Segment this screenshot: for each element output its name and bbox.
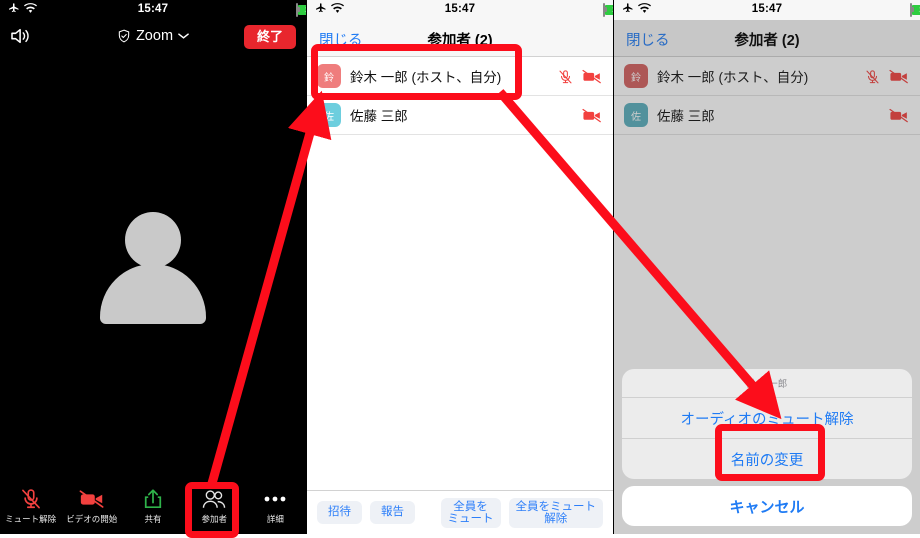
unmute-audio-option[interactable]: オーディオのミュート解除 (622, 398, 912, 439)
toolbar-more-label: 詳細 (266, 514, 284, 524)
status-bar-time: 15:47 (444, 3, 476, 15)
share-up-icon (143, 486, 163, 512)
mute-all-button[interactable]: 全員を ミュート (440, 497, 501, 528)
panel-participants-list: 15:47 ⚡ 閉じる 参加者 (2) 鈴 鈴木 一郎 (ホスト、自分) (307, 0, 613, 534)
toolbar-participants-label: 参加者 (201, 514, 227, 524)
avatar: 鈴 (317, 64, 341, 88)
report-button[interactable]: 報告 (370, 501, 415, 524)
panel-divider (306, 0, 307, 534)
screenshot-stage: 15:47 ⚡ Zoom (0, 0, 920, 538)
list-item[interactable]: 鈴 鈴木 一郎 (ホスト、自分) (307, 57, 613, 96)
rename-option[interactable]: 名前の変更 (622, 439, 912, 479)
video-off-icon (582, 69, 601, 84)
participant-list: 鈴 鈴木 一郎 (ホスト、自分) 佐 佐藤 三郎 (307, 57, 613, 135)
status-bar-right: ⚡ (296, 3, 306, 17)
participant-status-icons (582, 96, 602, 135)
status-bar-time: 15:47 (751, 3, 783, 15)
status-bar-right: ⚡ (603, 3, 613, 17)
toolbar-share-button[interactable]: 共有 (122, 480, 183, 534)
video-off-icon (582, 108, 601, 123)
toolbar-unmute-button[interactable]: ミュート解除 (0, 480, 61, 534)
status-bar: 15:47 ⚡ (614, 0, 920, 20)
status-bar-time: 15:47 (137, 3, 169, 15)
action-sheet-group: 鈴木 一郎 オーディオのミュート解除 名前の変更 (622, 369, 912, 479)
participants-icon (202, 486, 226, 512)
toolbar-start-video-button[interactable]: ビデオの開始 (61, 480, 122, 534)
toolbar-start-video-label: ビデオの開始 (66, 514, 118, 524)
participants-nav-bar: 閉じる 参加者 (2) (307, 20, 613, 57)
toolbar-share-label: 共有 (144, 514, 162, 524)
chevron-down-icon (178, 33, 189, 39)
battery-charging-icon: ⚡ (296, 3, 306, 17)
participant-status-icons (558, 57, 602, 96)
panel-meeting-view: 15:47 ⚡ Zoom (0, 0, 306, 534)
toolbar-participants-button[interactable]: 参加者 (184, 480, 245, 534)
toolbar-more-button[interactable]: 詳細 (245, 480, 306, 534)
person-silhouette-icon (94, 212, 212, 324)
meeting-nav-bar: Zoom 終了 (0, 20, 306, 56)
participants-bottom-bar: 招待 報告 全員を ミュート 全員をミュート 解除 (307, 490, 613, 534)
video-off-icon (79, 486, 105, 512)
video-stage[interactable] (0, 56, 306, 480)
battery-charging-icon: ⚡ (603, 3, 613, 17)
unmute-all-button[interactable]: 全員をミュート 解除 (508, 497, 603, 528)
end-meeting-button[interactable]: 終了 (243, 25, 296, 49)
status-bar: 15:47 ⚡ (0, 0, 306, 20)
mic-muted-icon (559, 69, 572, 83)
invite-button[interactable]: 招待 (317, 501, 362, 524)
panel-divider (613, 0, 614, 534)
page-title: 参加者 (2) (427, 33, 493, 49)
cancel-button[interactable]: キャンセル (622, 486, 912, 526)
participant-name: 佐藤 三郎 (350, 109, 408, 124)
avatar: 佐 (317, 103, 341, 127)
ellipsis-icon (263, 486, 287, 512)
battery-charging-icon: ⚡ (910, 3, 920, 17)
mic-muted-icon (20, 486, 42, 512)
toolbar-unmute-label: ミュート解除 (5, 514, 57, 524)
status-bar: 15:47 ⚡ (307, 0, 613, 20)
status-bar-right: ⚡ (910, 3, 920, 17)
participant-name: 鈴木 一郎 (ホスト、自分) (350, 70, 502, 85)
action-sheet: 鈴木 一郎 オーディオのミュート解除 名前の変更 キャンセル (622, 369, 912, 526)
action-sheet-title: 鈴木 一郎 (622, 369, 912, 398)
shield-check-icon (118, 29, 130, 43)
panel-action-sheet: 15:47 ⚡ 閉じる 参加者 (2) 鈴 鈴木 一郎 (ホスト、自分) (614, 0, 920, 534)
list-item[interactable]: 佐 佐藤 三郎 (307, 96, 613, 135)
app-name-label: Zoom (135, 28, 174, 44)
meeting-toolbar: ミュート解除 ビデオの開始 共有 参加者 詳細 (0, 480, 306, 534)
